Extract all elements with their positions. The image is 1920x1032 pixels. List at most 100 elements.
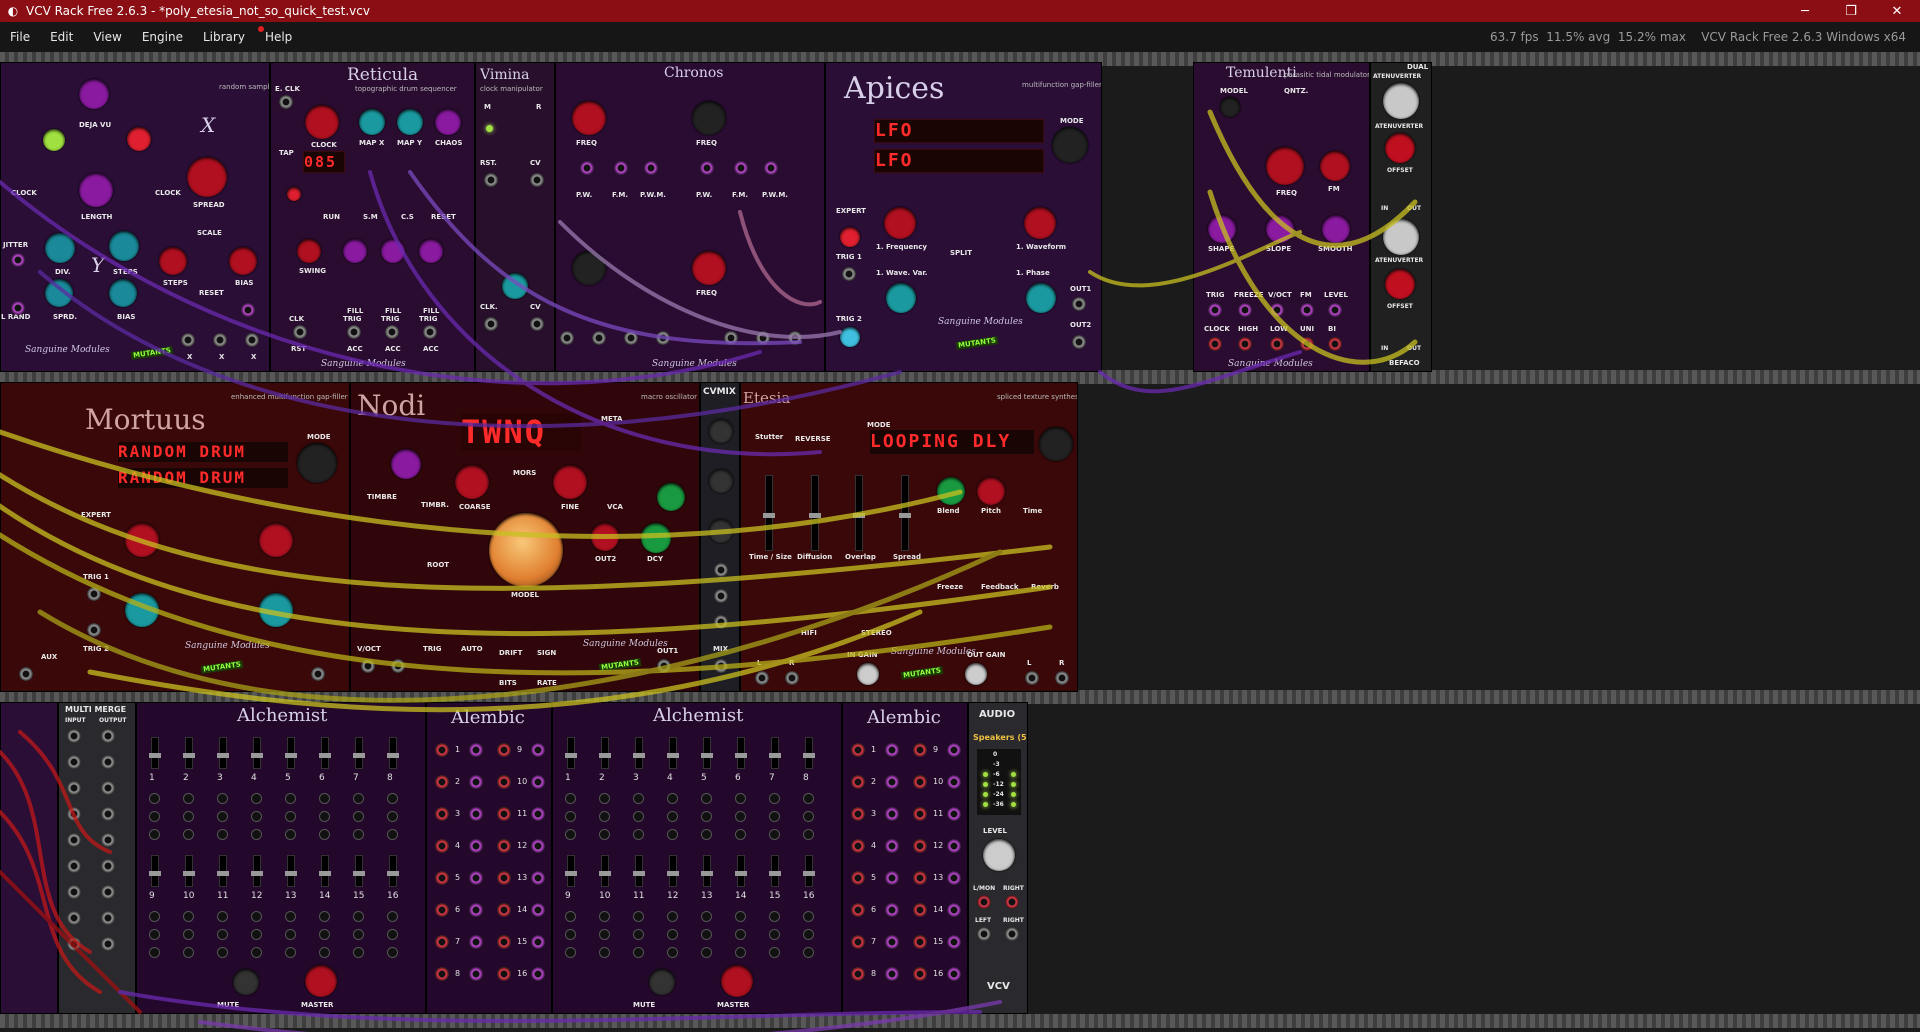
- lrand-jack[interactable]: [11, 301, 25, 315]
- dcy-1-knob[interactable]: [591, 523, 619, 551]
- freq-3-knob[interactable]: [572, 251, 606, 285]
- alembic-in-jack[interactable]: [497, 743, 511, 757]
- channel-button[interactable]: [735, 793, 746, 804]
- alembic-in-jack[interactable]: [851, 839, 865, 853]
- alembic-in-jack[interactable]: [435, 871, 449, 885]
- shape-knob[interactable]: [1208, 215, 1236, 243]
- alembic-in-jack[interactable]: [913, 935, 927, 949]
- module-audio[interactable]: AUDIO Speakers (5 0 -3 -6 -12 -24 -36 LEVEL L…: [968, 702, 1028, 1014]
- channel-button[interactable]: [285, 829, 296, 840]
- alembic-in-jack[interactable]: [435, 967, 449, 981]
- alembic-out-jack[interactable]: [531, 807, 545, 821]
- channel-button[interactable]: [667, 811, 678, 822]
- channel-fader[interactable]: [701, 737, 713, 769]
- out-7-jack[interactable]: [788, 331, 802, 345]
- channel-button[interactable]: [251, 911, 262, 922]
- alembic-in-jack[interactable]: [435, 775, 449, 789]
- out-1-jack[interactable]: [560, 331, 574, 345]
- channel-button[interactable]: [599, 929, 610, 940]
- fm-jack[interactable]: [391, 659, 405, 673]
- cv-in-2-jack[interactable]: [714, 589, 728, 603]
- freq-knob[interactable]: [1266, 147, 1304, 185]
- alembic-in-jack[interactable]: [435, 807, 449, 821]
- channel-button[interactable]: [735, 911, 746, 922]
- merge-input-jack[interactable]: [67, 911, 81, 925]
- mode-knob[interactable]: [1039, 427, 1073, 461]
- right-out-jack[interactable]: [1005, 927, 1019, 941]
- offset-1-knob[interactable]: [1385, 133, 1415, 163]
- channel-fader[interactable]: [667, 737, 679, 769]
- module-multi-merge[interactable]: MULTI MERGE INPUT OUTPUT: [58, 702, 136, 1014]
- channel-button[interactable]: [217, 829, 228, 840]
- param-1-knob[interactable]: [125, 523, 159, 557]
- channel-fader[interactable]: [769, 855, 781, 887]
- clk-jack[interactable]: [293, 325, 307, 339]
- alembic-in-jack[interactable]: [851, 807, 865, 821]
- module-partial-left[interactable]: [0, 702, 58, 1014]
- fm-1-jack[interactable]: [614, 161, 628, 175]
- alembic-out-jack[interactable]: [531, 839, 545, 853]
- module-alembic-1[interactable]: Alembic 1 2 3 4 5 6 7 8 9 10 11 12 13 14 15 16: [426, 702, 552, 1014]
- cv-in-3-jack[interactable]: [714, 615, 728, 629]
- alembic-in-jack[interactable]: [435, 935, 449, 949]
- channel-button[interactable]: [251, 793, 262, 804]
- param-3-knob[interactable]: [125, 593, 159, 627]
- alembic-in-jack[interactable]: [497, 871, 511, 885]
- fine-knob[interactable]: [553, 465, 587, 499]
- alembic-out-jack[interactable]: [947, 775, 961, 789]
- out-l-jack[interactable]: [1025, 671, 1039, 685]
- channel-button[interactable]: [735, 829, 746, 840]
- channel-button[interactable]: [285, 911, 296, 922]
- channel-button[interactable]: [251, 829, 262, 840]
- module-vimina[interactable]: Vimina clock manipulator M R RST. CV CLK…: [475, 62, 555, 372]
- trig-1-jack[interactable]: [347, 325, 361, 339]
- channel-button[interactable]: [701, 929, 712, 940]
- channel-button[interactable]: [353, 829, 364, 840]
- alembic-in-jack[interactable]: [913, 871, 927, 885]
- module-cvmix[interactable]: CVMIX MIX: [700, 382, 740, 692]
- channel-button[interactable]: [803, 811, 814, 822]
- alembic-out-jack[interactable]: [469, 871, 483, 885]
- param-2-knob[interactable]: [259, 523, 293, 557]
- out-2-jack[interactable]: [592, 331, 606, 345]
- module-chronos[interactable]: Chronos FREQ FREQ FREQ P.W. F.M. P.W.M. …: [555, 62, 825, 372]
- timbre-knob[interactable]: [391, 449, 421, 479]
- channel-button[interactable]: [319, 793, 330, 804]
- channel-button[interactable]: [353, 811, 364, 822]
- clock-jack[interactable]: [1208, 337, 1222, 351]
- channel-fader[interactable]: [353, 855, 365, 887]
- channel-button[interactable]: [149, 929, 160, 940]
- trig-3-jack[interactable]: [423, 325, 437, 339]
- alembic-in-jack[interactable]: [851, 775, 865, 789]
- bias-knob[interactable]: [109, 279, 137, 307]
- channel-button[interactable]: [599, 911, 610, 922]
- merge-input-jack[interactable]: [67, 833, 81, 847]
- atenuverter-2-knob[interactable]: [1383, 219, 1419, 255]
- out1-jack[interactable]: [1072, 297, 1086, 311]
- merge-output-jack[interactable]: [101, 859, 115, 873]
- alembic-out-jack[interactable]: [885, 807, 899, 821]
- merge-output-jack[interactable]: [101, 833, 115, 847]
- channel-button[interactable]: [599, 793, 610, 804]
- merge-output-jack[interactable]: [101, 937, 115, 951]
- bi-jack[interactable]: [1328, 337, 1342, 351]
- channel-button[interactable]: [387, 929, 398, 940]
- channel-button[interactable]: [701, 829, 712, 840]
- menu-library[interactable]: Library: [193, 30, 255, 44]
- channel-button[interactable]: [633, 811, 644, 822]
- mode-knob[interactable]: [297, 443, 337, 483]
- channel-button[interactable]: [769, 811, 780, 822]
- overlap-slider[interactable]: [853, 475, 865, 551]
- diffusion-slider[interactable]: [809, 475, 821, 551]
- ext-clock-jack[interactable]: [279, 95, 293, 109]
- channel-fader[interactable]: [353, 737, 365, 769]
- channel-button[interactable]: [633, 829, 644, 840]
- merge-output-jack[interactable]: [101, 911, 115, 925]
- channel-button[interactable]: [319, 947, 330, 958]
- green-button[interactable]: [43, 129, 65, 151]
- alembic-out-jack[interactable]: [469, 967, 483, 981]
- alembic-in-jack[interactable]: [497, 903, 511, 917]
- out-3-jack[interactable]: [624, 331, 638, 345]
- out-r-jack[interactable]: [1055, 671, 1069, 685]
- coarse-knob[interactable]: [455, 465, 489, 499]
